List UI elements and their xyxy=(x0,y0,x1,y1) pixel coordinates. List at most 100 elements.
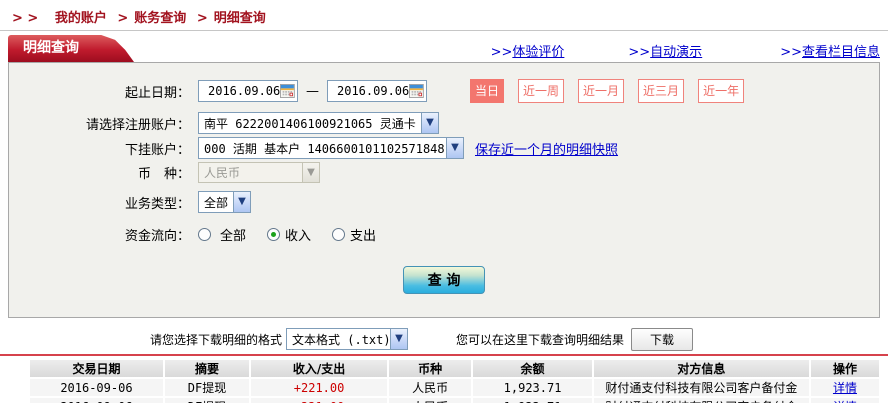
flow-label: 资金流向： xyxy=(9,225,190,244)
cell-balance: 1,923.71 xyxy=(473,398,592,403)
date-from-input[interactable]: 2016.09.06 xyxy=(198,80,298,102)
cell-balance: 1,923.71 xyxy=(473,379,592,396)
download-format-label: 请您选择下载明细的格式 xyxy=(150,331,282,348)
breadcrumb-prefix: > > xyxy=(12,11,38,26)
cell-counterparty: 财付通支付科技有限公司客户备付金 xyxy=(594,398,809,403)
flow-option-label: 支出 xyxy=(350,225,376,244)
link-experience-review[interactable]: >>体验评价 xyxy=(491,41,565,60)
quick-range-week-button[interactable]: 近一周 xyxy=(518,79,564,103)
radio-icon[interactable] xyxy=(332,228,345,241)
quick-range-month-button[interactable]: 近一月 xyxy=(578,79,624,103)
biz-type-select[interactable]: 全部 ▼ xyxy=(198,191,251,213)
flow-row: 资金流向： 全部 收入 支出 xyxy=(9,225,879,244)
currency-value: 人民币 xyxy=(199,164,302,181)
register-account-select[interactable]: 南平 6222001406100921065 灵通卡 ▼ xyxy=(198,112,439,134)
date-from-value: 2016.09.06 xyxy=(199,84,280,98)
currency-select: 人民币 ▼ xyxy=(198,162,320,183)
biz-type-label: 业务类型： xyxy=(9,193,190,212)
link-label: 自动演示 xyxy=(650,45,702,60)
table-row: 2016-09-06 DF提现 +221.00 人民币 1,923.71 财付通… xyxy=(30,379,879,396)
header-date: 交易日期 xyxy=(30,360,163,377)
download-format-value: 文本格式 (.txt) xyxy=(287,331,390,348)
header-balance: 余额 xyxy=(473,360,592,377)
sub-account-select[interactable]: 000 活期 基本户 1406600101102571848 ▼ xyxy=(198,137,464,159)
sub-account-value: 000 活期 基本户 1406600101102571848 xyxy=(199,140,446,157)
cell-amount: +221.00 xyxy=(251,398,387,403)
tab-detail-query[interactable]: 明细查询 xyxy=(8,35,134,62)
sub-account-label: 下挂账户： xyxy=(9,139,190,158)
table-header-row: 交易日期 摘要 收入/支出 币种 余额 对方信息 操作 xyxy=(30,360,879,377)
download-format-select[interactable]: 文本格式 (.txt) ▼ xyxy=(286,328,408,350)
chevron-down-icon: ▼ xyxy=(302,163,319,182)
quick-range-today-button[interactable]: 当日 xyxy=(470,79,504,103)
breadcrumb-separator: > xyxy=(117,11,128,26)
chevron-down-icon[interactable]: ▼ xyxy=(390,329,407,349)
chevron-down-icon[interactable]: ▼ xyxy=(446,138,463,158)
header-counterparty: 对方信息 xyxy=(594,360,809,377)
breadcrumb-item-detail-query[interactable]: 明细查询 xyxy=(214,11,266,26)
cell-date: 2016-09-06 xyxy=(30,379,163,396)
quick-range-quarter-button[interactable]: 近三月 xyxy=(638,79,684,103)
flow-option-all[interactable]: 全部 xyxy=(198,225,246,244)
calendar-icon[interactable] xyxy=(280,83,295,99)
cell-date: 2016-09-06 xyxy=(30,398,163,403)
link-auto-demo[interactable]: >>自动演示 xyxy=(628,41,702,60)
register-account-row: 请选择注册账户： 南平 6222001406100921065 灵通卡 ▼ xyxy=(9,112,879,134)
cell-currency: 人民币 xyxy=(389,398,471,403)
radio-icon[interactable] xyxy=(267,228,280,241)
date-to-value: 2016.09.06 xyxy=(328,84,409,98)
link-prefix: >> xyxy=(780,45,802,60)
link-view-column-info[interactable]: >>查看栏目信息 xyxy=(780,41,880,60)
divider xyxy=(0,30,888,31)
biz-type-row: 业务类型： 全部 ▼ xyxy=(9,191,879,213)
date-range-dash: — xyxy=(306,84,319,99)
date-range-label: 起止日期： xyxy=(9,82,190,101)
register-account-value: 南平 6222001406100921065 灵通卡 xyxy=(199,115,421,132)
query-button[interactable]: 查 询 xyxy=(403,266,485,294)
breadcrumb-item-account-query[interactable]: 账务查询 xyxy=(134,11,186,26)
query-form-panel: 起止日期： 2016.09.06 — 2016.09.06 当日 近一周 近一月… xyxy=(8,62,880,318)
flow-option-label: 全部 xyxy=(220,225,246,244)
page: > > 我的账户 >账务查询 >明细查询 明细查询 >>体验评价 >>自动演示 … xyxy=(0,0,888,403)
results-table: 交易日期 摘要 收入/支出 币种 余额 对方信息 操作 2016-09-06 D… xyxy=(28,358,881,403)
breadcrumb-separator: > xyxy=(197,11,208,26)
cell-counterparty: 财付通支付科技有限公司客户备付金 xyxy=(594,379,809,396)
register-account-label: 请选择注册账户： xyxy=(9,114,190,133)
link-label: 查看栏目信息 xyxy=(802,45,880,60)
date-range-row: 起止日期： 2016.09.06 — 2016.09.06 当日 近一周 近一月… xyxy=(9,79,879,103)
cell-summary: DF提现 xyxy=(165,398,249,403)
chevron-down-icon[interactable]: ▼ xyxy=(233,192,250,212)
download-button[interactable]: 下载 xyxy=(631,328,693,351)
cell-currency: 人民币 xyxy=(389,379,471,396)
date-to-input[interactable]: 2016.09.06 xyxy=(327,80,427,102)
save-snapshot-link[interactable]: 保存近一个月的明细快照 xyxy=(475,139,618,158)
breadcrumb: > > 我的账户 > 账务查询 > 明细查询 xyxy=(12,7,266,26)
breadcrumb-item-my-account[interactable]: 我的账户 xyxy=(55,11,107,26)
radio-icon[interactable] xyxy=(198,228,211,241)
cell-action: 详情 xyxy=(811,398,879,403)
link-label: 体验评价 xyxy=(512,45,564,60)
flow-option-income[interactable]: 收入 xyxy=(267,225,311,244)
table-row: 2016-09-06 DF提现 +221.00 人民币 1,923.71 财付通… xyxy=(30,398,879,403)
calendar-icon[interactable] xyxy=(409,83,424,99)
flow-option-label: 收入 xyxy=(285,225,311,244)
header-links: >>体验评价 >>自动演示 >>查看栏目信息 xyxy=(491,41,880,60)
chevron-down-icon[interactable]: ▼ xyxy=(421,113,438,133)
header-amount: 收入/支出 xyxy=(251,360,387,377)
currency-row: 币 种： 人民币 ▼ xyxy=(9,162,879,183)
download-hint: 您可以在这里下载查询明细结果 xyxy=(456,331,624,348)
detail-link[interactable]: 详情 xyxy=(833,381,857,395)
biz-type-value: 全部 xyxy=(199,194,233,211)
sub-account-row: 下挂账户： 000 活期 基本户 1406600101102571848 ▼ 保… xyxy=(9,137,879,159)
download-row: 请您选择下载明细的格式 文本格式 (.txt) ▼ 您可以在这里下载查询明细结果… xyxy=(0,327,888,351)
cell-action: 详情 xyxy=(811,379,879,396)
header-currency: 币种 xyxy=(389,360,471,377)
section-divider xyxy=(0,354,888,356)
quick-range-year-button[interactable]: 近一年 xyxy=(698,79,744,103)
header-action: 操作 xyxy=(811,360,879,377)
header-summary: 摘要 xyxy=(165,360,249,377)
flow-option-expense[interactable]: 支出 xyxy=(332,225,376,244)
cell-summary: DF提现 xyxy=(165,379,249,396)
link-prefix: >> xyxy=(628,45,650,60)
tab-title: 明细查询 xyxy=(23,40,79,56)
